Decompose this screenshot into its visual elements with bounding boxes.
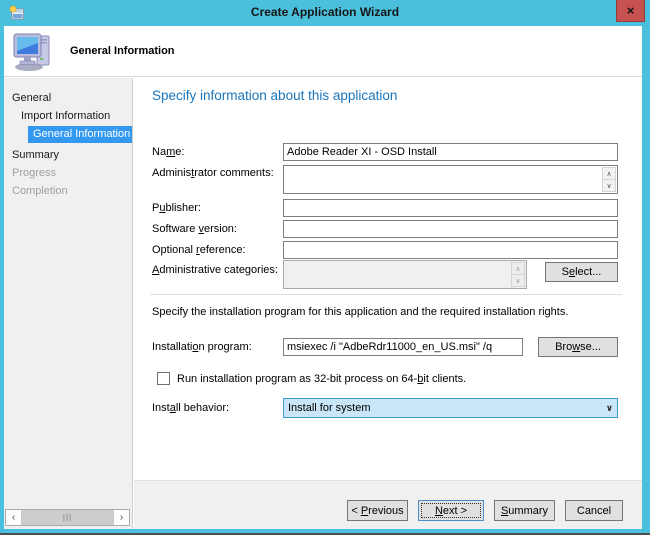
sidebar-item-completion: Completion (12, 185, 68, 197)
dialog-frame: General Information General Import Infor… (4, 26, 642, 529)
scroll-right-icon[interactable]: › (113, 510, 129, 525)
wizard-steps-sidebar: General Import Information General Infor… (4, 78, 133, 529)
name-label: Name: (152, 146, 184, 158)
create-application-wizard-dialog: Create Application Wizard × General Info… (0, 0, 650, 535)
page-heading: Specify information about this applicati… (152, 88, 397, 103)
scroll-up-icon[interactable]: ∧ (602, 167, 616, 180)
scrollbar-thumb[interactable]: ||| (22, 510, 113, 525)
section-separator (150, 294, 622, 295)
wizard-footer: < Previous Next > Summary Cancel (134, 480, 642, 529)
select-button[interactable]: Select... (545, 262, 618, 282)
previous-button[interactable]: < Previous (347, 500, 408, 521)
publisher-label: Publisher: (152, 202, 201, 214)
administrative-categories-textarea: ∧ ∨ (283, 260, 527, 289)
close-icon: × (627, 4, 635, 17)
install-behavior-value: Install for system (288, 402, 371, 414)
sidebar-item-general[interactable]: General (12, 92, 51, 104)
administrator-comments-label: Administrator comments: (152, 167, 274, 179)
wizard-header: General Information (4, 26, 642, 77)
close-button[interactable]: × (616, 0, 645, 22)
next-button[interactable]: Next > (418, 500, 484, 521)
sidebar-item-import-information[interactable]: Import Information (21, 110, 110, 122)
computer-icon (12, 32, 52, 72)
browse-button[interactable]: Browse... (538, 337, 618, 357)
cancel-button[interactable]: Cancel (565, 500, 623, 521)
installation-program-label: Installation program: (152, 341, 252, 353)
install-behavior-label: Install behavior: (152, 402, 229, 414)
installation-program-input[interactable] (283, 338, 523, 356)
install-section-description: Specify the installation program for thi… (152, 306, 622, 318)
wizard-page-title: General Information (70, 45, 175, 57)
general-information-page: Specify information about this applicati… (134, 78, 642, 529)
wizard-body: General Import Information General Infor… (4, 78, 642, 529)
optional-reference-label: Optional reference: (152, 244, 246, 256)
summary-button[interactable]: Summary (494, 500, 555, 521)
name-input[interactable] (283, 143, 618, 161)
sidebar-item-summary[interactable]: Summary (12, 149, 59, 161)
sidebar-item-general-information[interactable]: General Information (28, 126, 132, 143)
scroll-up-icon: ∧ (511, 262, 525, 275)
sidebar-item-progress: Progress (12, 167, 56, 179)
chevron-down-icon: ∨ (606, 403, 613, 414)
administrator-comments-textarea[interactable]: ∧ ∨ (283, 165, 618, 194)
run-32bit-checkbox[interactable] (157, 372, 170, 385)
categories-scrollbar: ∧ ∨ (511, 262, 525, 287)
scroll-down-icon: ∨ (511, 275, 525, 287)
scroll-left-icon[interactable]: ‹ (6, 510, 22, 525)
software-version-input[interactable] (283, 220, 618, 238)
run-32bit-label: Run installation program as 32-bit proce… (177, 373, 466, 385)
software-version-label: Software version: (152, 223, 237, 235)
optional-reference-input[interactable] (283, 241, 618, 259)
publisher-input[interactable] (283, 199, 618, 217)
comments-scrollbar: ∧ ∨ (602, 167, 616, 192)
administrative-categories-label: Administrative categories: (152, 264, 278, 276)
install-behavior-dropdown[interactable]: Install for system ∨ (283, 398, 618, 418)
sidebar-horizontal-scrollbar[interactable]: ‹ ||| › (5, 509, 130, 526)
scroll-down-icon[interactable]: ∨ (602, 180, 616, 192)
title-bar: Create Application Wizard × (0, 0, 650, 26)
window-title: Create Application Wizard (0, 5, 650, 19)
